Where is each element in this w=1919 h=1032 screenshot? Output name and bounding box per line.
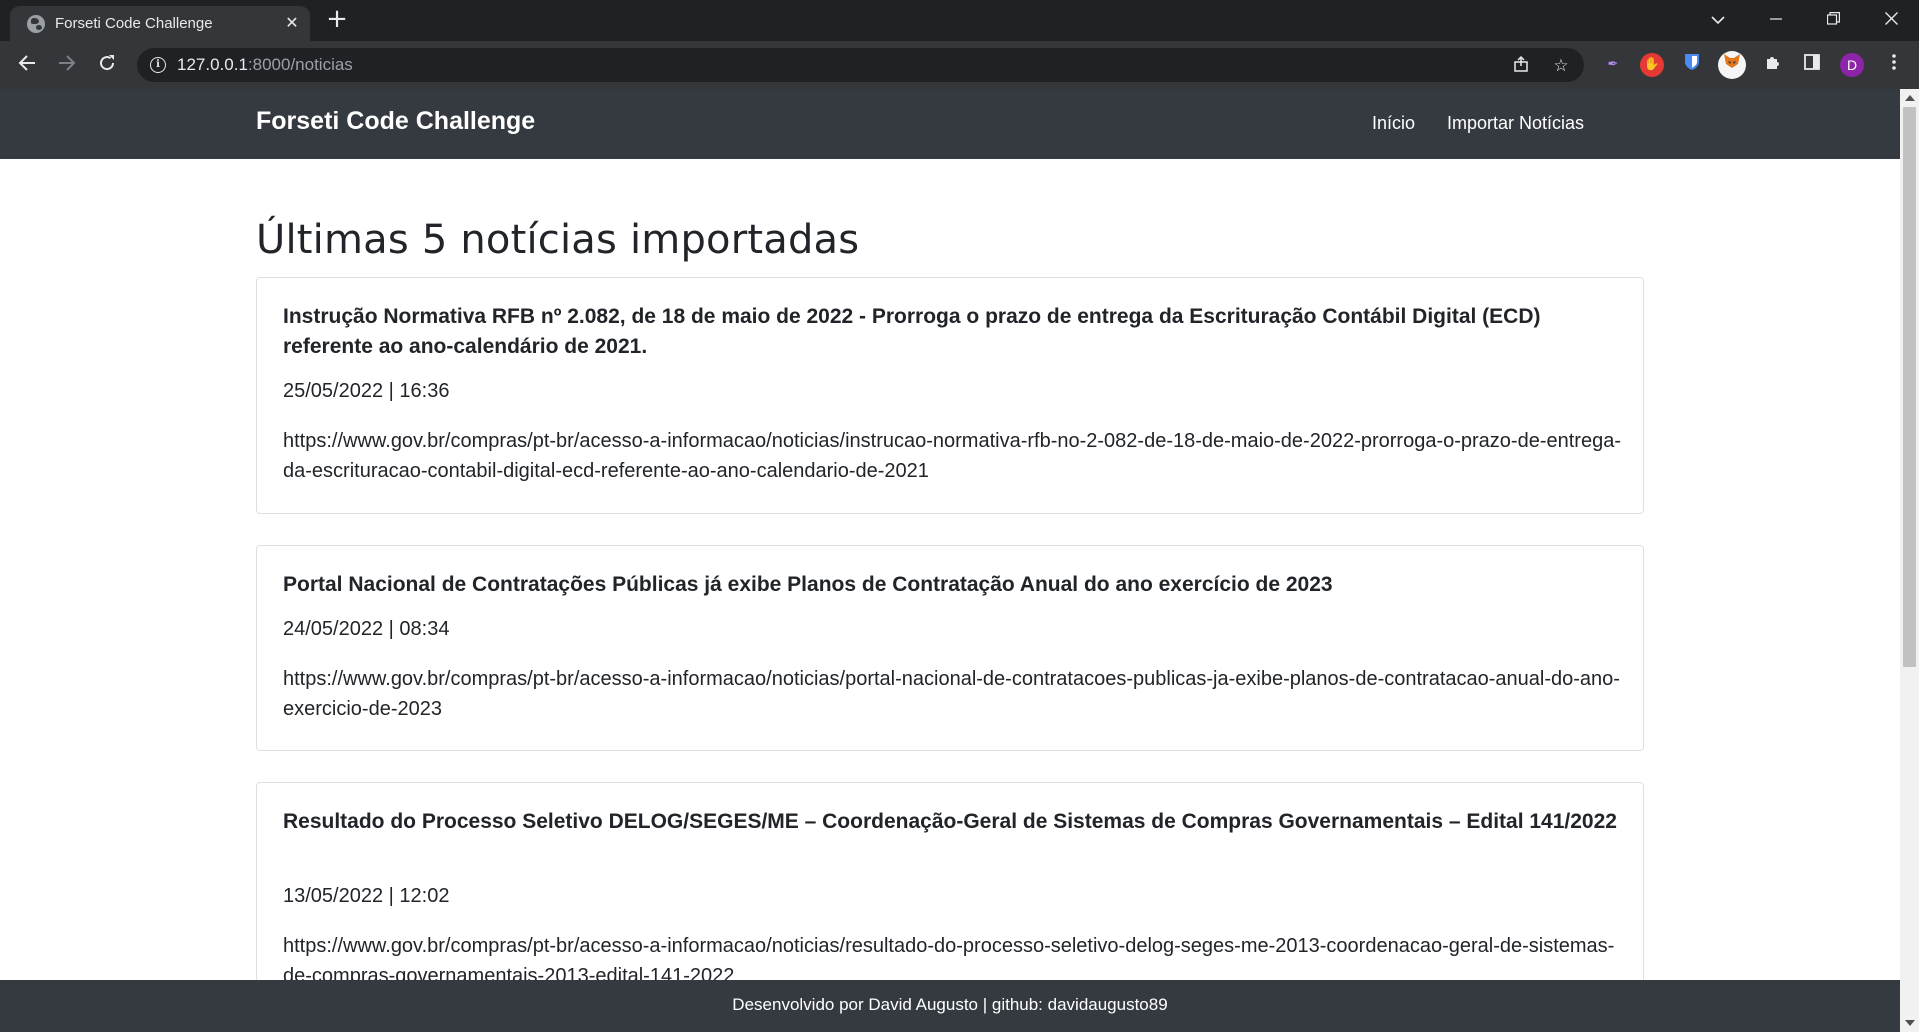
news-title: Portal Nacional de Contratações Públicas… [283,573,1333,596]
site-footer: Desenvolvido por David Augusto | github:… [0,980,1900,1032]
forward-arrow-icon[interactable] [52,51,82,81]
url-text: 127.0.0.1:8000/noticias [177,55,353,75]
address-bar[interactable]: i 127.0.0.1:8000/noticias ☆ [137,48,1584,82]
url-path: :8000/noticias [247,55,353,74]
page-viewport: Forseti Code Challenge Início Importar N… [0,89,1900,1032]
news-date: 24/05/2022 | 08:34 [283,618,450,640]
more-menu-icon[interactable] [1882,53,1906,77]
minimize-icon[interactable] [1753,6,1799,34]
metamask-fox-icon[interactable] [1718,51,1746,79]
nav-link-importar-noticias[interactable]: Importar Notícias [1447,113,1584,134]
footer-text: Desenvolvido por David Augusto | github:… [732,995,1168,1014]
reload-icon[interactable] [92,51,122,81]
bitwarden-extension-icon[interactable] [1680,53,1704,77]
tab-search-icon[interactable] [1695,6,1741,34]
news-card: Portal Nacional de Contratações Públicas… [256,545,1644,751]
news-date: 25/05/2022 | 16:36 [283,380,450,402]
share-icon[interactable] [1511,55,1533,77]
nav-link-inicio[interactable]: Início [1372,113,1415,134]
scroll-up-arrow-icon[interactable] [1905,95,1915,101]
extensions-puzzle-icon[interactable] [1761,53,1785,77]
browser-tab-strip: Forseti Code Challenge ✕ + [0,0,1919,41]
browser-toolbar: i 127.0.0.1:8000/noticias ☆ ✒ ✋ D [0,41,1919,89]
news-title: Resultado do Processo Seletivo DELOG/SEG… [283,810,1617,833]
tab-close-icon[interactable]: ✕ [280,11,304,35]
adblock-extension-icon[interactable]: ✋ [1640,53,1664,77]
bookmark-star-icon[interactable]: ☆ [1550,55,1572,77]
news-link[interactable]: https://www.gov.br/compras/pt-br/acesso-… [283,426,1623,486]
tab-title: Forseti Code Challenge [55,15,213,32]
news-card: Instrução Normativa RFB nº 2.082, de 18 … [256,277,1644,514]
restore-icon[interactable] [1810,6,1856,34]
page-title: Últimas 5 notícias importadas [256,217,860,263]
page-scrollbar[interactable] [1900,89,1919,1032]
back-arrow-icon[interactable] [12,51,42,81]
side-panel-icon[interactable] [1800,53,1824,77]
site-info-icon[interactable]: i [150,57,166,73]
new-tab-button[interactable]: + [323,6,351,34]
url-host: 127.0.0.1 [177,55,248,74]
scroll-down-arrow-icon[interactable] [1905,1020,1915,1026]
news-date: 13/05/2022 | 12:02 [283,885,450,907]
news-link[interactable]: https://www.gov.br/compras/pt-br/acesso-… [283,664,1623,724]
site-brand[interactable]: Forseti Code Challenge [256,107,535,136]
window-close-icon[interactable] [1868,6,1914,34]
scrollbar-thumb[interactable] [1903,107,1916,667]
news-title: Instrução Normativa RFB nº 2.082, de 18 … [283,305,1541,358]
profile-avatar[interactable]: D [1840,53,1864,77]
browser-tab[interactable]: Forseti Code Challenge ✕ [10,6,310,41]
globe-icon [27,15,45,33]
site-navbar: Forseti Code Challenge Início Importar N… [0,89,1900,159]
feather-extension-icon[interactable]: ✒ [1601,53,1625,77]
